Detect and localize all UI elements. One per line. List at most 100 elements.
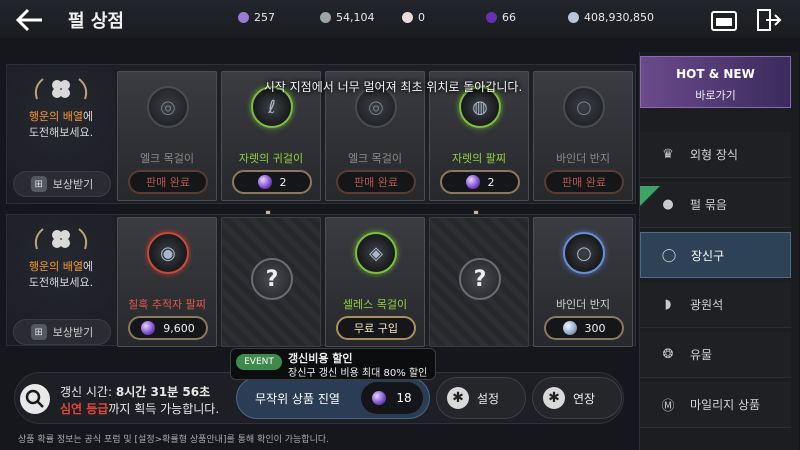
currency-value: 257 [254,11,275,24]
silver-coin-icon [568,12,579,23]
question-mark-icon: ? [251,258,293,300]
shop-row-2: 행운의 배열에 도전해보세요. ⊞ 보상받기 ◉ 칠흑 추적자 팔찌 9,600… [6,214,636,347]
price-label: 판매 완료 [146,176,190,189]
item-name: 칠흑 추적자 팔찌 [128,298,206,311]
price-label: 2 [279,175,287,189]
random-display-label: 무작위 상품 진열 [255,392,340,406]
price-label: 2 [487,175,495,189]
currency-silver-gem: 54,104 [320,11,375,24]
event-rest: 에 [82,260,94,273]
price-sold-out: 판매 완료 [128,170,208,194]
sidebar-item-crystal[interactable]: ◗ 광원석 [640,282,791,328]
question-mark-icon: ? [459,258,501,300]
gift-icon: ⊞ [30,176,47,192]
extend-label: 연장 [573,391,596,406]
mailbox-icon [711,11,737,31]
sidebar-item-appearance[interactable]: ♛ 외형 장식 [640,132,791,178]
item-card[interactable]: ◉ 칠흑 추적자 팔찌 9,600 [117,217,217,347]
price-button[interactable]: 2 [232,170,312,194]
purple-pearl-icon [257,175,272,189]
search-button[interactable] [20,384,50,414]
ring-icon: ○ [563,232,605,274]
currency-value: 0 [418,11,425,24]
sidebar-item-label: 펄 묶음 [690,198,727,212]
price-button[interactable]: 2 [440,170,520,194]
reward-label: 보상받기 [52,178,94,191]
probability-notice: 상품 확률 정보는 공식 포럼 및 [설정>확률형 상품안내]를 통해 확인이 … [18,435,329,445]
hot-new-subtitle: 바로가기 [695,89,736,102]
claim-reward-button[interactable]: ⊞ 보상받기 [13,171,111,197]
purple-m-coin-icon [238,12,249,23]
new-badge-icon [640,186,660,206]
bracelet-icon: ◉ [147,232,189,274]
back-button[interactable] [12,6,46,34]
crystal-icon: ◗ [664,297,672,312]
mystery-slot[interactable]: ? [429,217,529,347]
hot-new-banner[interactable]: HOT & NEW 바로가기 [640,56,791,108]
purple-pearl-icon [141,321,156,335]
sidebar-item-mileage[interactable]: Ⓜ 마일리지 상품 [640,382,791,428]
claim-reward-button[interactable]: ⊞ 보상받기 [13,319,111,345]
item-card[interactable]: ◈ 셀레스 목걸이 무료 구입 [325,217,425,347]
extend-button[interactable]: ✱ 연장 [532,377,622,419]
grade-highlight: 심연 등급 [60,402,109,416]
pearl-bundle-icon: ● [662,197,674,212]
event-badge: EVENT [236,354,282,370]
price-button[interactable]: 9,600 [128,316,208,340]
random-cost: 18 [361,382,423,414]
mystery-slot[interactable]: ? [221,217,321,347]
event-rest: 에 [82,110,94,123]
currency-pearl: 0 [402,11,425,24]
event-highlight: 행운의 배열 [28,110,83,123]
mailbox-button[interactable] [710,8,738,32]
random-cost-value: 18 [396,391,412,405]
ring-icon: ◯ [661,247,677,263]
lucky-array-text: 행운의 배열에 도전해보세요. [7,109,115,141]
grade-rest: 까지 획득 가능합니다. [108,402,220,416]
necklace-icon: ◈ [355,232,397,274]
event-line2: 도전해보세요. [28,276,94,289]
item-name: 자렛의 팔찌 [451,152,507,165]
mileage-icon: Ⓜ [661,399,675,414]
item-name: 바인더 반지 [555,152,611,165]
lucky-array-text: 행운의 배열에 도전해보세요. [7,259,115,291]
random-display-button[interactable]: 무작위 상품 진열 18 [236,377,430,419]
lucky-array-panel: 행운의 배열에 도전해보세요. ⊞ 보상받기 [7,215,115,345]
sidebar-item-pearl-bundle[interactable]: ● 펄 묶음 [640,182,791,228]
currency-value: 408,930,850 [584,11,654,24]
sidebar-item-label: 외형 장식 [690,148,738,162]
price-button[interactable]: 300 [544,316,624,340]
grade-info: 심연 등급까지 획득 가능합니다. [60,400,219,417]
clover-laurel-icon [34,228,88,250]
price-label: 300 [584,321,606,335]
refresh-label: 갱신 시간: [60,385,116,399]
necklace-icon: ◎ [147,86,189,128]
purple-pearl-icon [465,175,480,189]
sidebar-item-accessories[interactable]: ◯ 장신구 [640,232,791,278]
exit-button[interactable] [756,8,782,32]
event-subtitle: 장신구 갱신 비용 최대 80% 할인 [288,368,428,379]
price-label: 판매 완료 [562,176,606,189]
price-label: 무료 구입 [354,322,398,335]
purple-pearl-icon [372,391,387,405]
sidebar-item-label: 장신구 [691,248,725,263]
free-purchase-button[interactable]: 무료 구입 [336,316,416,340]
item-name: 바인더 반지 [555,298,611,311]
silver-gem-icon [320,12,331,23]
gift-icon: ⊞ [30,324,47,340]
item-card[interactable]: ○ 바인더 반지 300 [533,217,633,347]
sidebar-item-relic[interactable]: ❂ 유물 [640,332,791,378]
refresh-time: 8시간 31분 56초 [115,385,211,399]
back-arrow-icon [15,8,42,32]
item-card[interactable]: ◎ 엘크 목걸이 판매 완료 [117,71,217,201]
settings-button[interactable]: ✱ 설정 [436,377,526,419]
price-label: 9,600 [163,321,195,335]
gear-icon: ✱ [447,387,469,409]
silver-coin-icon [562,321,577,335]
event-highlight: 행운의 배열 [28,260,83,273]
sidebar-item-label: 마일리지 상품 [690,398,761,412]
price-sold-out: 판매 완료 [336,170,416,194]
toast-message: 시작 지점에서 너무 멀어져 최초 위치로 돌아갑니다. [263,80,523,94]
currency-silver-coin: 408,930,850 [568,11,654,24]
item-name: 셀레스 목걸이 [342,298,408,311]
